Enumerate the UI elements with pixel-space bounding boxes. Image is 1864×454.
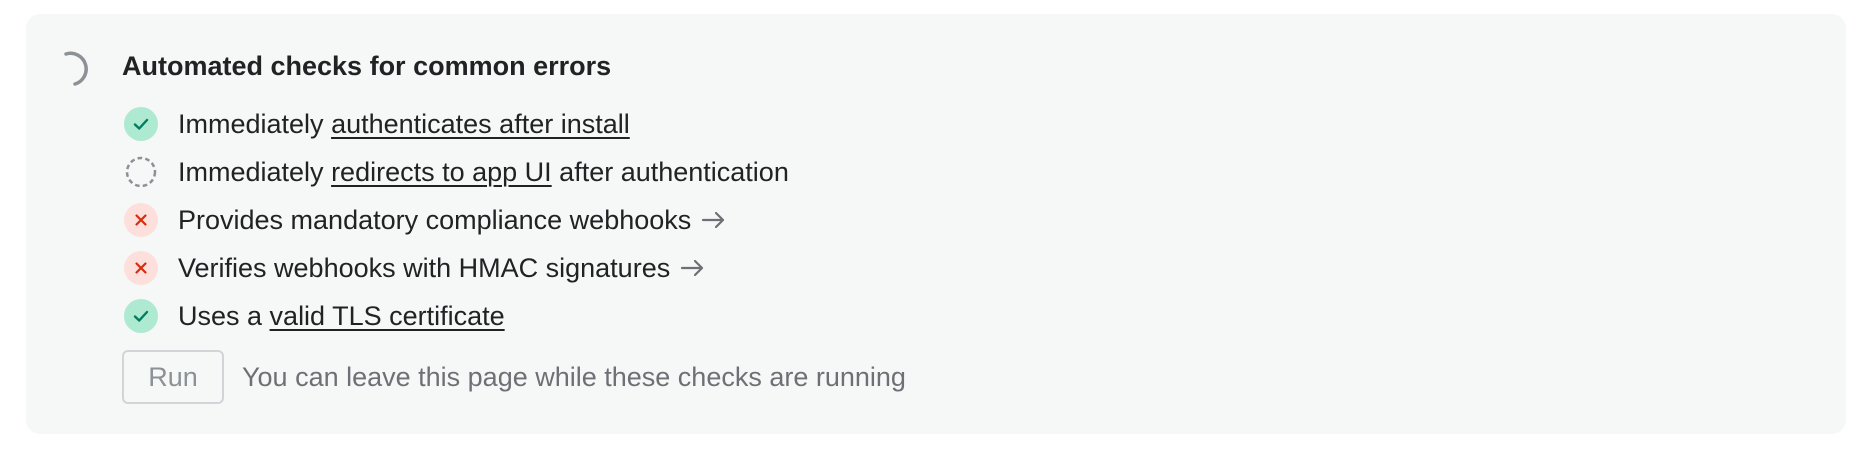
x-icon [135,214,147,226]
check-text-prefix: Uses a [178,301,270,331]
check-text-prefix: Immediately [178,157,332,187]
check-item-tls-certificate: Uses a valid TLS certificate [124,292,789,340]
dashed-circle-icon [125,156,157,188]
checkmark-icon [133,118,149,130]
check-text-prefix: Immediately [178,109,332,139]
arrow-right-icon[interactable] [680,258,706,278]
authenticates-after-install-link[interactable]: authenticates after install [331,106,630,142]
check-pending-status [124,155,158,189]
spinner-icon [64,51,88,86]
checkmark-icon [133,310,149,322]
run-row: Run You can leave this page while these … [122,350,906,404]
checks-list: Immediately authenticates after install … [124,100,789,340]
checks-title: Automated checks for common errors [122,51,612,81]
check-item-hmac-signatures[interactable]: Verifies webhooks with HMAC signatures [124,244,789,292]
check-pass-status [124,107,158,141]
run-hint-text: You can leave this page while these chec… [242,361,906,392]
check-fail-status [124,251,158,285]
run-button[interactable]: Run [122,350,224,404]
x-icon [135,262,147,274]
check-item-compliance-webhooks[interactable]: Provides mandatory compliance webhooks [124,196,789,244]
check-text: Verifies webhooks with HMAC signatures [178,253,671,283]
redirects-to-app-ui-link[interactable]: redirects to app UI [331,154,552,190]
check-pass-status [124,299,158,333]
check-fail-status [124,203,158,237]
check-text: Provides mandatory compliance webhooks [178,205,692,235]
valid-tls-certificate-link[interactable]: valid TLS certificate [270,298,505,334]
check-item-redirects: Immediately redirects to app UI after au… [124,148,789,196]
check-text-suffix: after authentication [551,157,789,187]
arrow-right-icon[interactable] [701,210,727,230]
check-item-authenticates: Immediately authenticates after install [124,100,789,148]
